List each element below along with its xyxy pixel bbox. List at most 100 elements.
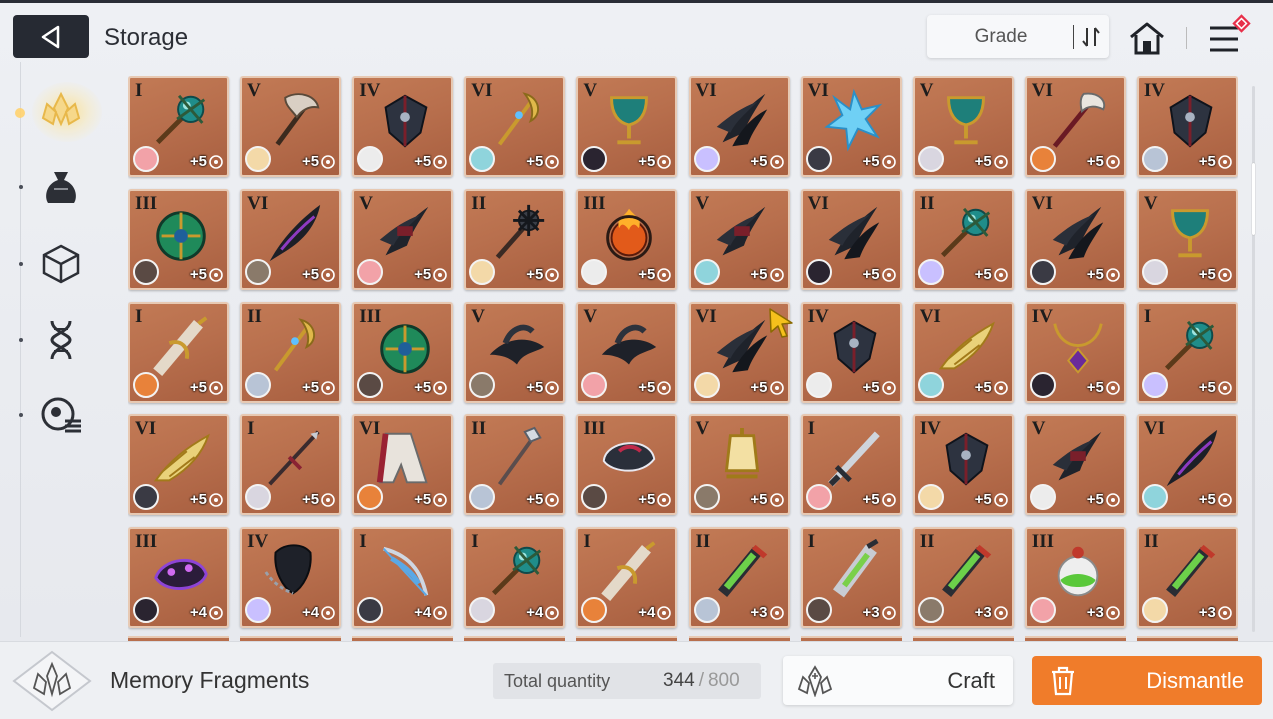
item-card[interactable]: II +5 (240, 301, 342, 403)
scrollbar-thumb[interactable] (1252, 163, 1255, 235)
sidebar-item-cube[interactable] (37, 240, 85, 288)
sidebar-item-memory-fragments[interactable] (37, 86, 85, 134)
item-card[interactable]: VI +5 (1024, 76, 1126, 177)
memory-fragment-icon (41, 91, 81, 127)
dark-claw-icon (716, 319, 767, 372)
header-divider (1186, 27, 1187, 49)
item-card[interactable]: III +5 (576, 188, 678, 290)
item-card[interactable]: III +4 (128, 527, 229, 629)
craft-button[interactable]: Craft (783, 656, 1013, 705)
golden-wand-icon (498, 92, 540, 146)
item-card[interactable]: II +5 (912, 188, 1014, 290)
item-card[interactable]: II +3 (912, 527, 1014, 629)
pouch-icon (46, 172, 76, 203)
item-card[interactable]: VI +5 (352, 414, 454, 516)
item-card[interactable]: II +3 (688, 527, 790, 629)
item-card[interactable]: V +5 (464, 301, 566, 403)
item-card[interactable]: I +5 (800, 414, 902, 516)
item-card[interactable]: II +3 (1136, 527, 1238, 629)
equipped-character-avatar (581, 258, 608, 285)
item-card[interactable]: V +5 (576, 76, 678, 177)
scepter-orb-icon (155, 94, 206, 145)
item-card[interactable]: VI +5 (688, 76, 790, 177)
golden-goblet-icon (610, 96, 649, 145)
item-card[interactable]: IV +5 (1136, 76, 1238, 177)
equipped-character-avatar (917, 258, 944, 285)
cube-icon (42, 244, 80, 284)
sort-grade-button[interactable]: Grade (927, 15, 1109, 58)
item-card[interactable]: IV +5 (800, 301, 902, 403)
item-enhance-level: +5 (1198, 265, 1216, 283)
item-card[interactable]: I +3 (800, 527, 902, 629)
item-enhance-level: +5 (301, 491, 320, 509)
dismantle-button[interactable]: Dismantle (1032, 656, 1262, 705)
equipped-character-avatar (469, 146, 496, 172)
sidebar-item-dna[interactable] (37, 316, 85, 364)
item-enhance-level: +5 (750, 491, 768, 509)
item-card[interactable]: V +5 (1136, 188, 1238, 290)
item-grade: II (919, 192, 935, 214)
item-card[interactable]: IV +5 (912, 414, 1014, 516)
item-card[interactable]: IV +4 (240, 527, 342, 629)
item-card[interactable]: VI +5 (1024, 188, 1126, 290)
item-grade: IV (807, 305, 829, 327)
item-card[interactable]: VI +5 (240, 188, 342, 290)
item-enhance-level: +5 (526, 378, 544, 396)
item-card[interactable]: I +5 (128, 76, 229, 177)
item-card[interactable]: I +4 (576, 527, 678, 629)
item-grade: I (135, 80, 143, 101)
item-card[interactable]: III +3 (1024, 527, 1126, 629)
item-card[interactable]: I +5 (1136, 301, 1238, 403)
item-card[interactable]: IV +5 (352, 76, 454, 177)
equipped-character-avatar (1029, 484, 1056, 511)
item-grid: I +5 V +5 IV +5 VI +5 V +5 VI +5 VI +5 V +5 VI +5 IV +5 III +… (128, 76, 1238, 636)
home-icon[interactable] (1128, 20, 1166, 56)
back-button[interactable] (13, 15, 89, 58)
sidebar-item-pouch[interactable] (37, 164, 85, 212)
item-card[interactable]: II +5 (464, 414, 566, 516)
dark-shield-icon (384, 94, 428, 148)
equipped-character-avatar (133, 146, 159, 172)
item-card[interactable]: V +5 (912, 76, 1014, 177)
item-enhance-level: +5 (414, 153, 432, 170)
item-card[interactable]: VI +5 (464, 76, 566, 177)
item-grade: VI (1143, 418, 1166, 440)
hammer-axe-icon (275, 93, 320, 146)
menu-icon[interactable] (1206, 14, 1256, 58)
item-card[interactable]: V +5 (1024, 414, 1126, 516)
item-card[interactable]: II +5 (464, 188, 566, 290)
item-enhance-level: +5 (414, 491, 432, 509)
sidebar-item-badge-list[interactable] (37, 391, 85, 439)
craft-label: Craft (947, 667, 995, 693)
item-card[interactable]: VI +5 (800, 188, 902, 290)
item-card[interactable]: V +5 (576, 301, 678, 403)
item-grade: III (359, 305, 382, 327)
equipped-character-avatar (805, 146, 832, 172)
item-card[interactable]: V +5 (688, 188, 790, 290)
equipped-character-avatar (693, 484, 720, 511)
sort-order-icon[interactable] (1074, 26, 1108, 48)
item-card[interactable]: V +5 (240, 76, 342, 177)
item-grade: I (471, 531, 479, 553)
item-grade: II (1143, 531, 1159, 553)
dark-shield-icon (1169, 94, 1213, 148)
item-card[interactable]: VI +5 (912, 301, 1014, 403)
item-card[interactable]: I +5 (128, 301, 229, 403)
item-card[interactable]: V +5 (688, 414, 790, 516)
item-card[interactable]: VI +5 (1136, 414, 1238, 516)
item-card[interactable]: V +5 (352, 188, 454, 290)
dark-claw-red-icon (716, 206, 765, 256)
item-grade: V (695, 418, 710, 440)
item-card[interactable]: I +4 (464, 527, 566, 629)
item-card[interactable]: VI +5 (800, 76, 902, 177)
item-card[interactable]: IV +5 (1024, 301, 1126, 403)
item-card[interactable]: III +5 (576, 414, 678, 516)
item-card[interactable]: I +4 (352, 527, 454, 629)
item-card[interactable]: VI +5 (128, 414, 229, 516)
equipped-character-avatar (581, 371, 608, 398)
item-card[interactable]: I +5 (240, 414, 342, 516)
item-card[interactable]: III +5 (352, 301, 454, 403)
red-cape-icon (377, 433, 428, 484)
item-card[interactable]: III +5 (128, 188, 229, 290)
trash-icon (1052, 666, 1074, 695)
